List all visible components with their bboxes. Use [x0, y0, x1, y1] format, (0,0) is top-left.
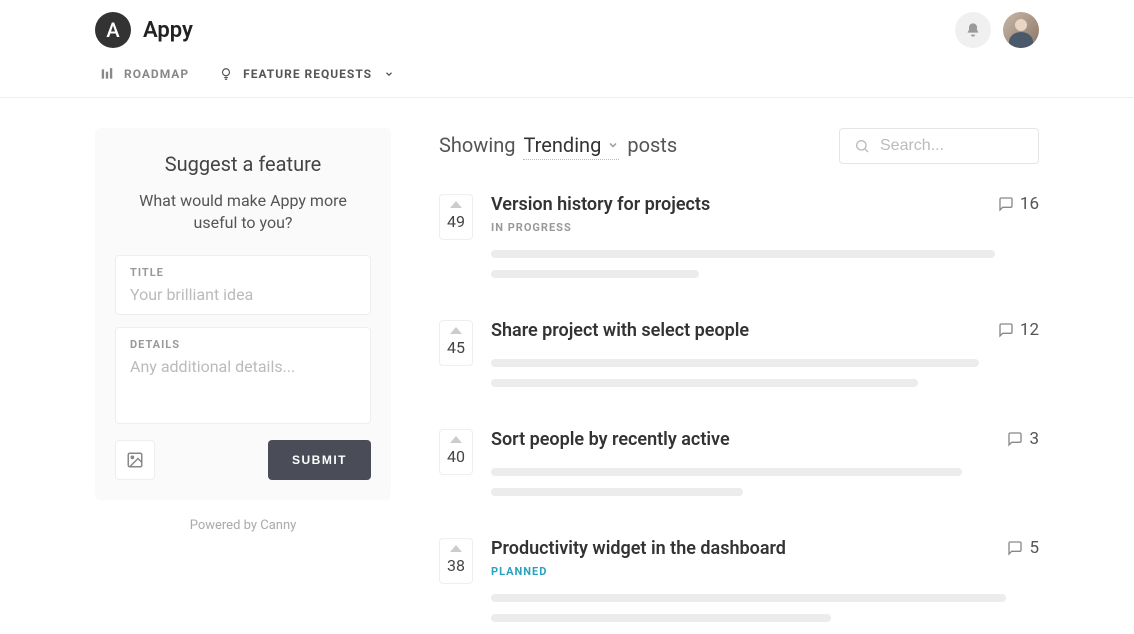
comment-count: 16 — [1020, 194, 1039, 214]
roadmap-icon — [100, 67, 114, 81]
comments-link[interactable]: 5 — [1007, 538, 1039, 558]
post-title[interactable]: Share project with select people — [491, 320, 749, 341]
post-title[interactable]: Productivity widget in the dashboard — [491, 538, 786, 559]
search-icon — [854, 138, 870, 154]
vote-button[interactable]: 49 — [439, 194, 473, 240]
comment-icon — [998, 322, 1014, 338]
brand-name: Appy — [143, 18, 193, 43]
comments-link[interactable]: 16 — [998, 194, 1039, 214]
comments-link[interactable]: 12 — [998, 320, 1039, 340]
post-excerpt-line — [491, 270, 699, 278]
comment-count: 5 — [1029, 538, 1039, 558]
comment-count: 3 — [1029, 429, 1039, 449]
powered-by[interactable]: Powered by Canny — [95, 518, 391, 533]
lightbulb-icon — [219, 67, 233, 81]
brand-logo: A — [95, 12, 131, 48]
upvote-icon — [450, 436, 462, 443]
vote-count: 38 — [440, 556, 472, 575]
comments-link[interactable]: 3 — [1007, 429, 1039, 449]
upvote-icon — [450, 201, 462, 208]
sort-dropdown[interactable]: Trending — [523, 133, 619, 160]
showing-label: Showing Trending posts — [439, 133, 677, 160]
post-excerpt-line — [491, 468, 962, 476]
vote-button[interactable]: 38 — [439, 538, 473, 584]
upvote-icon — [450, 327, 462, 334]
comment-icon — [1007, 540, 1023, 556]
post-status: IN PROGRESS — [491, 221, 710, 234]
post-item[interactable]: 45 Share project with select people 12 — [439, 320, 1039, 399]
post-excerpt-line — [491, 594, 1006, 602]
chevron-down-icon — [384, 69, 394, 79]
vote-button[interactable]: 45 — [439, 320, 473, 366]
bell-icon — [965, 22, 981, 38]
vote-count: 49 — [440, 212, 472, 231]
avatar[interactable] — [1003, 12, 1039, 48]
post-title[interactable]: Version history for projects — [491, 194, 710, 215]
notifications-button[interactable] — [955, 12, 991, 48]
vote-count: 40 — [440, 447, 472, 466]
vote-count: 45 — [440, 338, 472, 357]
post-excerpt-line — [491, 614, 831, 622]
post-excerpt-line — [491, 488, 743, 496]
details-input[interactable] — [130, 357, 356, 409]
comment-count: 12 — [1020, 320, 1039, 340]
post-item[interactable]: 40 Sort people by recently active 3 — [439, 429, 1039, 508]
comment-icon — [998, 196, 1014, 212]
comment-icon — [1007, 431, 1023, 447]
nav-feature-requests-label: FEATURE REQUESTS — [243, 67, 372, 81]
nav-roadmap-label: ROADMAP — [124, 67, 189, 81]
suggest-subtitle: What would make Appy more useful to you? — [115, 190, 371, 235]
image-icon — [126, 451, 144, 469]
title-field[interactable]: TITLE — [115, 255, 371, 315]
nav-roadmap[interactable]: ROADMAP — [100, 67, 189, 81]
post-item[interactable]: 49 Version history for projects IN PROGRES… — [439, 194, 1039, 290]
upvote-icon — [450, 545, 462, 552]
attach-image-button[interactable] — [115, 440, 155, 480]
brand[interactable]: A Appy — [95, 12, 193, 48]
post-excerpt-line — [491, 379, 918, 387]
post-excerpt-line — [491, 359, 979, 367]
title-field-label: TITLE — [130, 266, 356, 279]
chevron-down-icon — [607, 139, 619, 151]
search-box[interactable] — [839, 128, 1039, 164]
suggest-card: Suggest a feature What would make Appy m… — [95, 128, 391, 500]
suggest-title: Suggest a feature — [115, 152, 371, 176]
search-input[interactable] — [880, 137, 1024, 155]
details-field[interactable]: DETAILS — [115, 327, 371, 424]
vote-button[interactable]: 40 — [439, 429, 473, 475]
title-input[interactable] — [130, 285, 356, 304]
nav-feature-requests[interactable]: FEATURE REQUESTS — [219, 67, 394, 81]
post-excerpt-line — [491, 250, 995, 258]
submit-button[interactable]: SUBMIT — [268, 440, 371, 480]
details-field-label: DETAILS — [130, 338, 356, 351]
post-title[interactable]: Sort people by recently active — [491, 429, 730, 450]
post-item[interactable]: 38 Productivity widget in the dashboard PL… — [439, 538, 1039, 634]
post-status: PLANNED — [491, 565, 786, 578]
